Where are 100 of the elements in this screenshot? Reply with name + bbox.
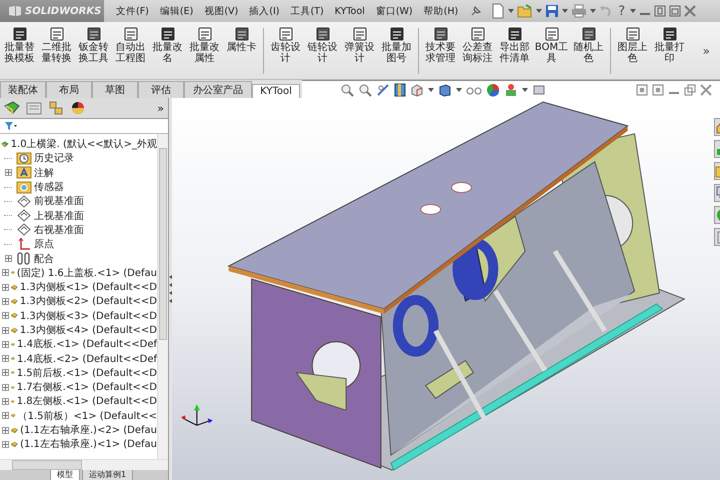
expand-toggle-icon[interactable] (2, 384, 9, 391)
ribbon-button[interactable]: 图层上色 (614, 24, 651, 78)
tree-item[interactable]: 1.4底板.<1> (Default<<Def (17, 337, 157, 352)
tree-item[interactable]: 1.0上横梁. (默认<<默认>_外观 (10, 137, 157, 152)
ribbon-button[interactable]: 自动出工程图 (112, 24, 149, 78)
ribbon-button[interactable]: BOM工具 (533, 24, 570, 78)
expand-toggle-icon[interactable] (2, 440, 9, 448)
book-icon[interactable] (394, 82, 406, 96)
caret-icon[interactable] (522, 86, 528, 92)
ribbon-button[interactable]: 随机上色 (570, 24, 607, 78)
save-icon[interactable] (545, 4, 560, 18)
tree-item[interactable]: 前视基准面 (34, 194, 84, 208)
caret-icon[interactable] (536, 8, 542, 14)
ribbon-button[interactable]: 导出部件清单 (496, 24, 533, 78)
expand-toggle-icon[interactable] (2, 312, 9, 320)
expand-toggle-icon[interactable] (2, 284, 9, 291)
tree-item[interactable]: 1.8左侧板.<1> (Default<<D (16, 394, 157, 408)
tree-item[interactable]: 1.3内侧板<2> (Default<<D (20, 294, 157, 308)
caret-icon[interactable] (456, 86, 462, 92)
expand-toggle-icon[interactable] (4, 169, 12, 176)
tile-icon[interactable] (654, 5, 666, 17)
model-tab[interactable]: 模型 (50, 470, 80, 480)
expand-toggle-icon[interactable] (2, 369, 9, 376)
ribbon-button[interactable]: 弹簧设计 (341, 24, 378, 78)
menu-item[interactable]: 文件(F) (116, 4, 149, 18)
tree-item[interactable]: （1.5前板）<1> (Default<< (18, 408, 157, 423)
caret-icon[interactable] (630, 8, 636, 14)
expand-toggle-icon[interactable] (2, 326, 9, 334)
ribbon-button[interactable]: 技术要求管理 (422, 24, 459, 78)
tree-item[interactable]: 1.5前后板.<1> (Default<<D (16, 366, 157, 380)
tree-item[interactable]: 1.7右侧板.<1> (Default<<D (16, 380, 157, 394)
expand-toggle-icon[interactable] (2, 398, 9, 405)
ribbon-button[interactable]: 钣金转换工具 (75, 24, 112, 78)
expand-toggle-icon[interactable] (2, 298, 9, 305)
menu-item[interactable]: KYTool (334, 6, 365, 16)
pin-icon[interactable] (469, 4, 484, 18)
folder-icon[interactable] (517, 4, 534, 18)
vertical-scrollbar[interactable] (157, 134, 168, 459)
caret-icon[interactable] (590, 8, 596, 14)
ribbon-button[interactable]: 批量打印 (651, 24, 688, 78)
expand-toggle-icon[interactable] (2, 426, 9, 434)
help-button[interactable]: ? (616, 4, 628, 18)
new-document-icon[interactable] (491, 3, 506, 19)
property-tab-icon[interactable] (24, 100, 44, 116)
ribbon-tab[interactable]: 评估 (138, 81, 184, 98)
ribbon-tab[interactable]: 草图 (92, 81, 138, 98)
caret-icon[interactable] (562, 8, 568, 14)
view-orientation-icon[interactable] (410, 82, 424, 96)
ribbon-button[interactable]: 齿轮设计 (267, 24, 304, 78)
printer-icon[interactable] (571, 4, 588, 18)
ribbon-tab[interactable]: 装配体 (0, 81, 46, 98)
menu-item[interactable]: 视图(V) (204, 4, 238, 18)
tree-item[interactable]: 上视基准面 (34, 208, 84, 223)
expand-toggle-icon[interactable] (4, 255, 12, 262)
tree-item[interactable]: 历史记录 (34, 151, 74, 166)
ribbon-tab[interactable]: KYTool (252, 84, 300, 98)
model-tab[interactable]: 运动算例1 (82, 470, 134, 480)
more-button[interactable]: » (702, 44, 710, 58)
menu-item[interactable]: 帮助(H) (424, 4, 458, 18)
ribbon-button[interactable]: 属性卡 (223, 24, 260, 78)
caret-icon[interactable] (428, 86, 434, 92)
maximize-icon[interactable] (669, 5, 682, 17)
tree-item[interactable]: 配合 (34, 252, 54, 266)
ribbon-tab[interactable]: 布局 (46, 81, 92, 98)
section-view-icon[interactable] (376, 82, 390, 96)
menu-item[interactable]: 工具(T) (290, 4, 324, 18)
expand-toggle-icon[interactable] (2, 355, 9, 362)
tree-item[interactable]: 1.3内侧板<3> (Default<<D (20, 308, 157, 323)
ribbon-button[interactable]: 二维批量转换 (38, 24, 75, 78)
horizontal-scrollbar[interactable] (0, 459, 168, 470)
zoom-icon[interactable] (340, 82, 354, 96)
scene-icon[interactable] (504, 82, 518, 96)
zoom-icon[interactable] (358, 82, 372, 96)
menu-item[interactable]: 插入(I) (249, 4, 280, 18)
tree-item[interactable]: 1.4底板.<2> (Default<<Def (17, 352, 157, 366)
caret-icon[interactable] (508, 8, 514, 14)
filter-icon[interactable] (4, 121, 18, 131)
menu-item[interactable]: 窗口(W) (376, 4, 413, 18)
expand-toggle-icon[interactable] (2, 340, 9, 348)
ribbon-button[interactable]: 批量改名 (149, 24, 186, 78)
close-icon[interactable] (700, 84, 712, 96)
tree-item[interactable]: 注解 (34, 166, 54, 180)
tree-item[interactable]: (1.1左右轴承座.)<2> (Defau (20, 423, 157, 438)
pane-split-icon[interactable] (636, 84, 648, 96)
color-ball-icon[interactable] (486, 82, 500, 96)
expand-toggle-icon[interactable] (2, 269, 9, 276)
pane-split-icon[interactable] (652, 84, 664, 96)
expand-toggle-icon[interactable] (2, 412, 9, 420)
monitor-icon[interactable] (532, 82, 546, 96)
ribbon-button[interactable]: 批量替换模板 (1, 24, 38, 78)
feature-tree-tab-icon[interactable] (2, 100, 22, 116)
tree-item[interactable]: 1.3内侧板<1> (Default<<D (20, 280, 157, 294)
tree-item[interactable]: 右视基准面 (34, 222, 84, 237)
ribbon-tab[interactable]: 办公室产品 (184, 81, 252, 98)
menu-item[interactable]: 编辑(E) (160, 4, 194, 18)
tree-item[interactable]: 原点 (34, 237, 54, 252)
tree-item[interactable]: 传感器 (34, 180, 64, 194)
more-button[interactable]: » (157, 102, 168, 114)
ribbon-button[interactable]: 批量改属性 (186, 24, 223, 78)
ribbon-button[interactable]: 链轮设计 (304, 24, 341, 78)
